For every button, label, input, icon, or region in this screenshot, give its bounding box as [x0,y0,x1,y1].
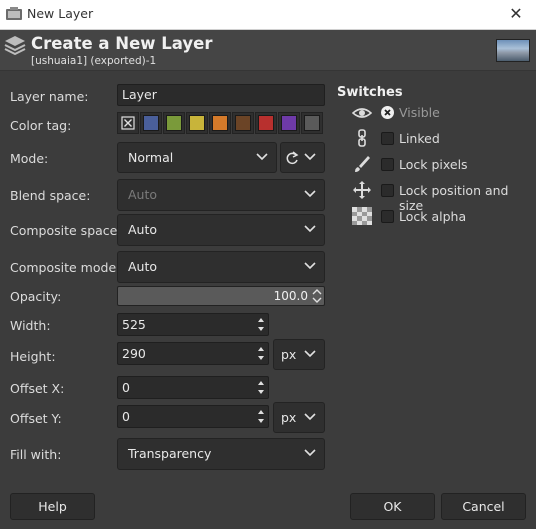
cancel-button[interactable]: Cancel [441,493,526,520]
height-label: Height: [10,349,56,364]
visible-checkbox[interactable] [381,106,394,119]
color-tag-swatch[interactable] [209,112,231,134]
opacity-label: Opacity: [10,289,62,304]
height-input[interactable]: 290 [117,342,269,365]
color-swatch-fill [166,115,182,131]
spin-arrows-icon[interactable] [256,378,266,397]
color-tag-swatch[interactable] [140,112,162,134]
linked-label: Linked [399,131,440,146]
visible-label: Visible [399,105,440,120]
lock-alpha-label: Lock alpha [399,209,467,224]
fill-with-value: Transparency [128,446,212,461]
mode-switch-button[interactable] [280,142,325,173]
width-label: Width: [10,318,51,333]
color-swatch-fill [281,115,297,131]
lock-pixels-label: Lock pixels [399,157,468,172]
chevron-down-icon [304,262,316,270]
composite-mode-value: Auto [128,259,158,274]
chevron-down-icon [304,225,316,233]
mode-label: Mode: [10,151,49,166]
composite-space-select[interactable]: Auto [117,214,325,246]
gimp-app-icon [6,7,22,20]
move-arrows-icon [353,181,371,199]
offset-y-input[interactable]: 0 [117,405,269,428]
color-tag-swatch[interactable] [232,112,254,134]
chevron-down-icon [304,152,316,160]
chevron-down-icon [304,412,316,420]
dialog-header: Create a New Layer [ushuaia1] (exported)… [0,30,536,71]
color-tag-swatch[interactable] [163,112,185,134]
offset-unit-value: px [281,410,297,425]
image-name: [ushuaia1] (exported)-1 [31,55,157,67]
mode-value: Normal [128,150,174,165]
blend-space-value: Auto [128,187,158,202]
color-tag-swatch[interactable] [278,112,300,134]
lock-alpha-checkbox[interactable] [381,210,394,223]
composite-mode-label: Composite mode: [10,260,121,275]
color-swatch-fill [304,115,320,131]
size-unit-select[interactable]: px [273,339,325,370]
reset-mode-icon [286,151,299,165]
color-tag-none[interactable] [117,112,139,134]
color-swatch-fill [258,115,274,131]
chevron-down-icon [256,152,268,160]
fill-with-label: Fill with: [10,447,62,462]
close-icon[interactable]: ✕ [504,3,528,25]
color-swatch-fill [212,115,228,131]
color-swatch-fill [189,115,205,131]
fill-with-select[interactable]: Transparency [117,438,325,470]
check-x-icon [384,109,391,116]
composite-space-value: Auto [128,222,158,237]
offset-unit-select[interactable]: px [273,402,325,433]
spin-arrows-icon[interactable] [256,315,266,334]
chain-link-icon [358,129,366,147]
checkerboard-alpha-icon [352,207,372,225]
width-input[interactable]: 525 [117,313,269,336]
composite-space-label: Composite space: [10,223,122,238]
chevron-down-icon [304,449,316,457]
offset-y-label: Offset Y: [10,411,62,426]
opacity-slider[interactable]: 100.0 [117,286,325,306]
lock-position-checkbox[interactable] [381,184,394,197]
spin-arrows-icon[interactable] [256,344,266,363]
layer-name-input[interactable]: Layer [117,84,325,106]
ok-button[interactable]: OK [350,493,435,520]
offset-x-label: Offset X: [10,381,65,396]
color-tag-label: Color tag: [10,118,72,133]
color-swatch-fill [143,115,159,131]
opacity-value: 100.0 [273,289,308,303]
switches-heading: Switches [337,85,403,100]
offset-x-value: 0 [122,380,130,395]
width-value: 525 [122,317,146,332]
window-title: New Layer [27,6,94,21]
no-color-x-icon [121,116,135,130]
offset-x-input[interactable]: 0 [117,376,269,399]
spin-arrows-icon[interactable] [256,407,266,426]
layer-name-label: Layer name: [10,89,89,104]
window-titlebar: New Layer ✕ [0,0,536,30]
color-tag-swatch[interactable] [186,112,208,134]
image-thumbnail [496,39,530,62]
paintbrush-icon [355,156,370,172]
composite-mode-select[interactable]: Auto [117,251,325,283]
spin-arrows-icon[interactable] [312,288,322,304]
blend-space-select[interactable]: Auto [117,179,325,211]
color-tag-swatch[interactable] [255,112,277,134]
linked-checkbox[interactable] [381,132,394,145]
offset-y-value: 0 [122,409,130,424]
blend-space-label: Blend space: [10,188,91,203]
layer-stack-icon [4,36,26,55]
mode-select[interactable]: Normal [117,142,277,173]
color-swatch-fill [235,115,251,131]
lock-pixels-checkbox[interactable] [381,158,394,171]
chevron-down-icon [304,190,316,198]
help-button[interactable]: Help [10,493,95,520]
height-value: 290 [122,346,146,361]
eye-icon [352,108,372,118]
dialog-title: Create a New Layer [31,34,213,53]
size-unit-value: px [281,347,297,362]
chevron-down-icon [304,349,316,357]
color-tag-swatch[interactable] [301,112,323,134]
